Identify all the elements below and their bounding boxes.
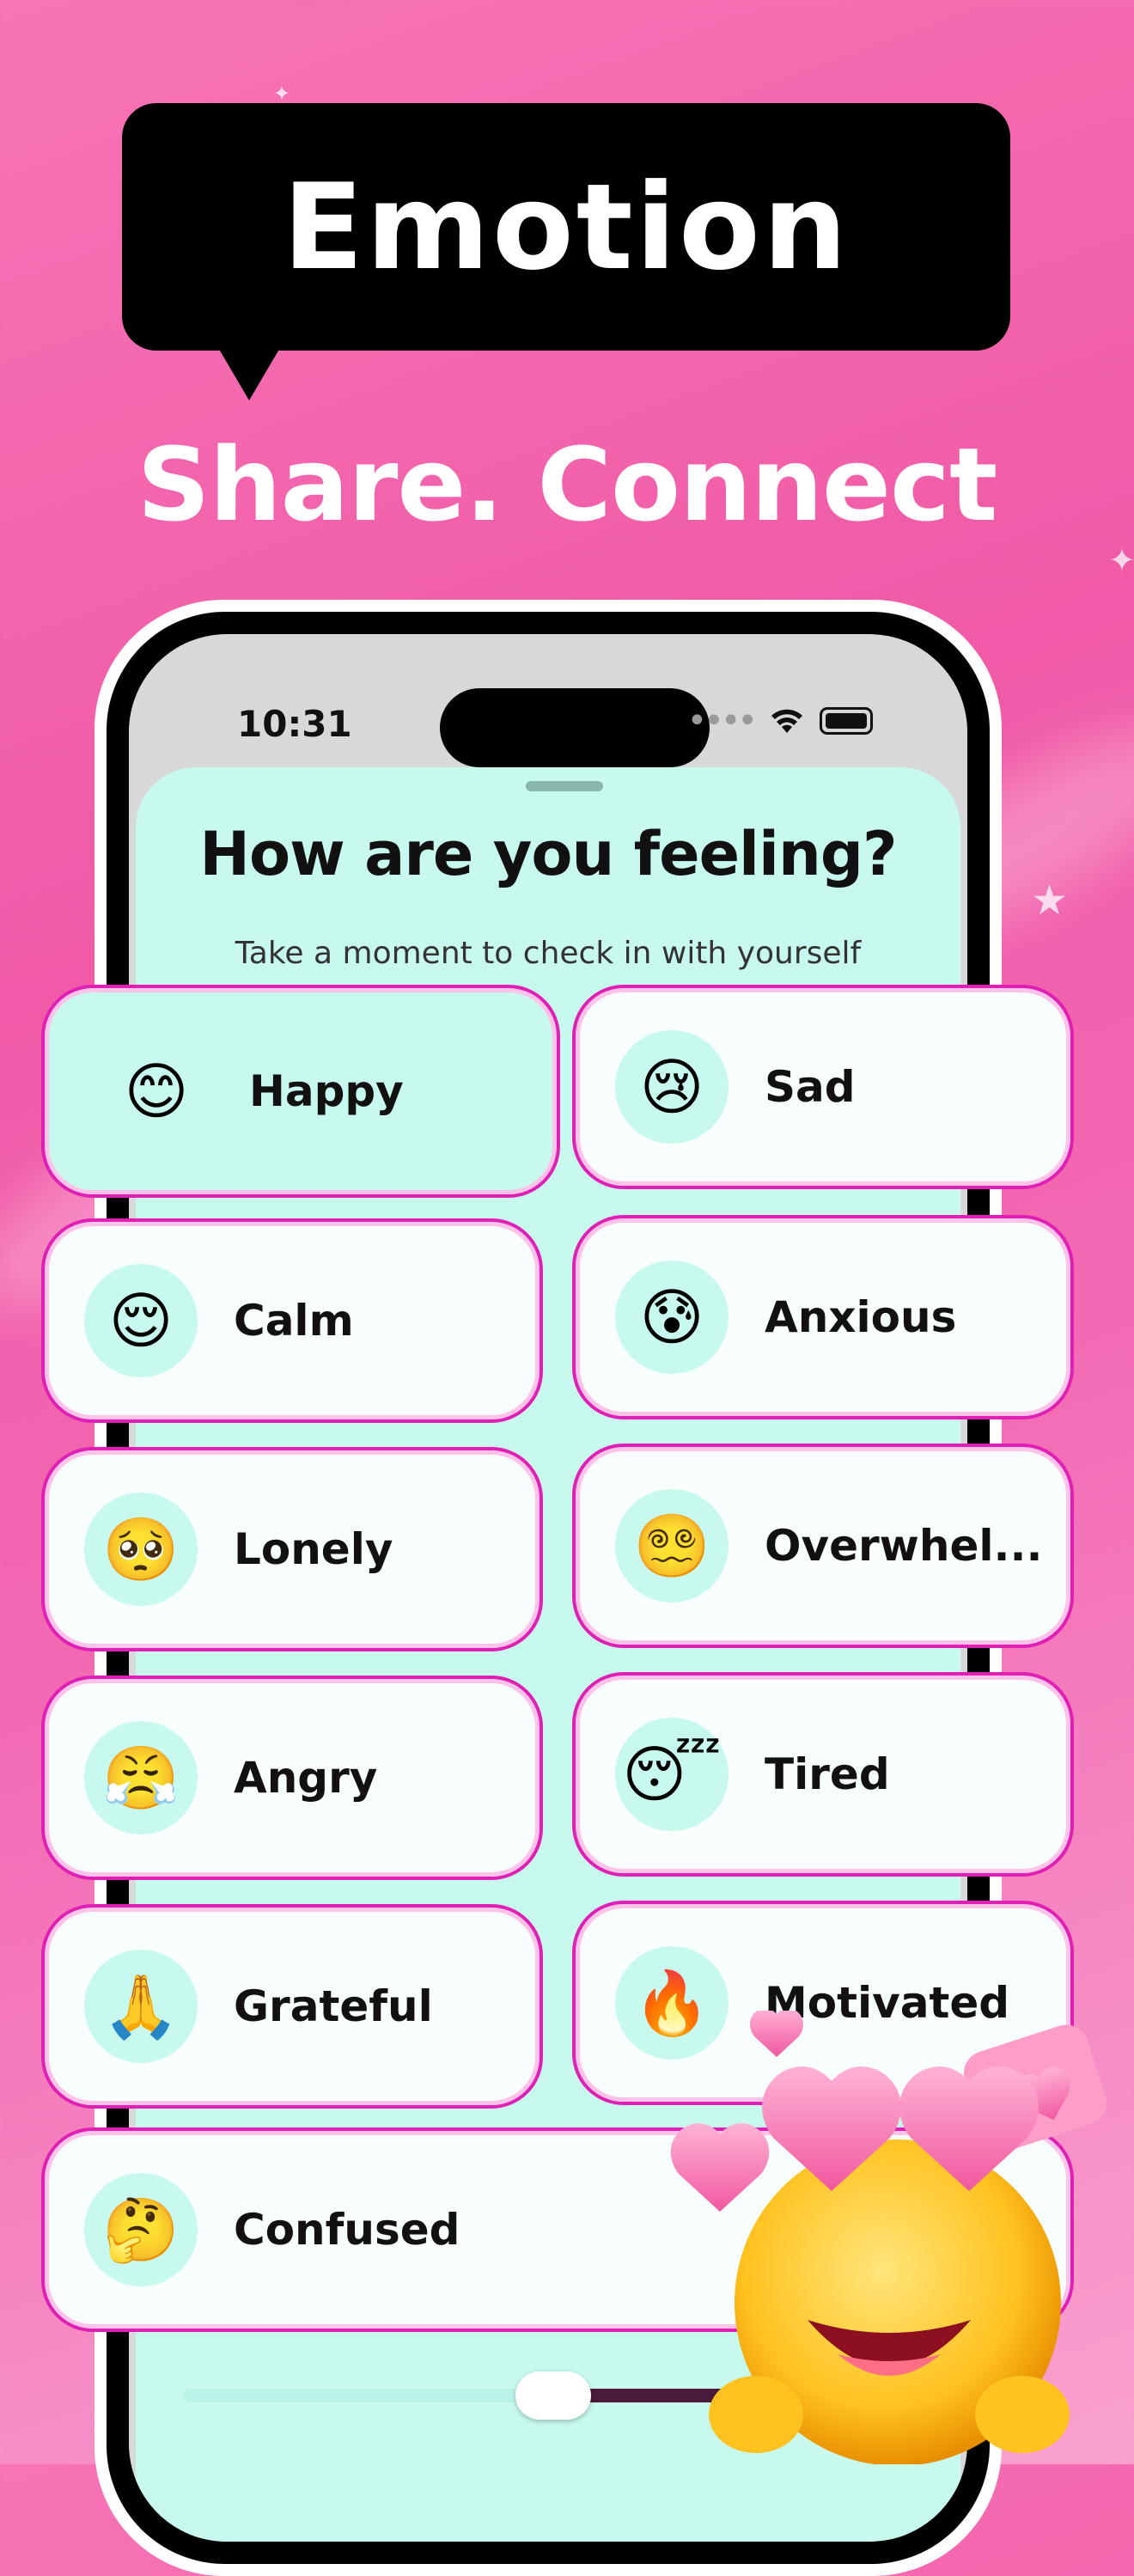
- emotion-label: Angry: [234, 1753, 378, 1803]
- emotion-label: Confused: [234, 2205, 460, 2255]
- sad-emoji-icon: 😢: [615, 1030, 729, 1144]
- emotion-card-happy[interactable]: 😊 Happy: [41, 985, 560, 1198]
- speech-bubble-tail: [215, 342, 284, 400]
- angry-emoji-icon: 😤: [84, 1721, 198, 1834]
- emotion-label: Tired: [765, 1749, 890, 1799]
- overwhelmed-emoji-icon: 😵‍💫: [615, 1489, 729, 1602]
- emotion-label: Overwhel...: [765, 1521, 1043, 1571]
- sparkle-icon: ✦: [273, 82, 291, 106]
- sheet-subtitle: Take a moment to check in with yourself: [235, 936, 862, 971]
- banner-title: Emotion: [282, 157, 850, 296]
- lonely-emoji-icon: 🥺: [84, 1492, 198, 1606]
- status-time: 10:31: [237, 703, 352, 745]
- emotion-label: Grateful: [234, 1981, 433, 2031]
- emotion-label: Sad: [765, 1062, 856, 1112]
- tired-emoji-icon: 😴: [615, 1718, 729, 1831]
- anxious-emoji-icon: 😰: [615, 1261, 729, 1374]
- confused-emoji-icon: 🤔: [84, 2173, 198, 2286]
- emotion-card-lonely[interactable]: 🥺 Lonely: [41, 1447, 543, 1651]
- emotion-label: Anxious: [765, 1292, 957, 1342]
- title-speech-bubble: Emotion: [122, 103, 1010, 351]
- wifi-icon: [771, 709, 802, 733]
- emotion-card-calm[interactable]: 😌 Calm: [41, 1218, 543, 1423]
- heart-eyes-mascot: [670, 2011, 1107, 2464]
- emotion-card-sad[interactable]: 😢 Sad: [572, 985, 1074, 1189]
- emotion-label: Happy: [249, 1066, 404, 1116]
- emotion-card-angry[interactable]: 😤 Angry: [41, 1676, 543, 1880]
- happy-emoji-icon: 😊: [124, 1055, 189, 1127]
- dynamic-island: [440, 688, 710, 767]
- cellular-icon: ••••: [686, 701, 758, 741]
- emotion-card-grateful[interactable]: 🙏 Grateful: [41, 1904, 543, 2109]
- banner-tagline: Share. Connect: [137, 425, 998, 544]
- emotion-card-tired[interactable]: 😴 Tired: [572, 1672, 1074, 1877]
- sparkle-icon: ✦: [1108, 541, 1134, 579]
- status-icons: ••••: [687, 701, 873, 741]
- emotion-card-anxious[interactable]: 😰 Anxious: [572, 1215, 1074, 1419]
- battery-icon: [820, 707, 873, 735]
- emotion-label: Lonely: [234, 1524, 393, 1574]
- calm-emoji-icon: 😌: [84, 1264, 198, 1377]
- emotion-label: Calm: [234, 1296, 354, 1346]
- sheet-title: How are you feeling?: [199, 819, 897, 889]
- sparkle-icon: ★: [1031, 876, 1069, 925]
- grateful-emoji-icon: 🙏: [84, 1950, 198, 2063]
- emotion-card-overwhelmed[interactable]: 😵‍💫 Overwhel...: [572, 1444, 1074, 1648]
- intensity-slider-knob[interactable]: [515, 2372, 591, 2420]
- sheet-grabber[interactable]: [526, 781, 603, 791]
